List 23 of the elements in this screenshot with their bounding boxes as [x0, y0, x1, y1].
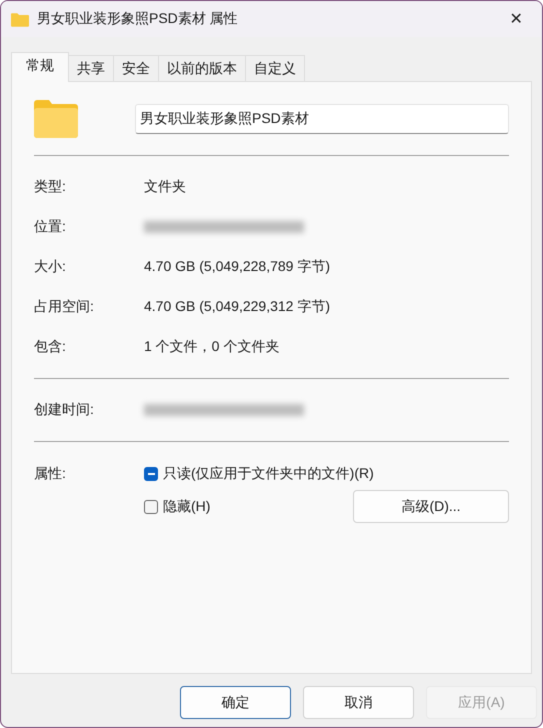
- field-value: 1 个文件，0 个文件夹: [144, 338, 280, 356]
- checkbox[interactable]: 隐藏(H): [144, 498, 210, 516]
- name-field[interactable]: 男女职业装形象照PSD素材: [135, 104, 509, 134]
- tab[interactable]: 常规: [11, 52, 69, 82]
- close-button[interactable]: ✕: [500, 4, 532, 34]
- field-label: 创建时间:: [34, 401, 95, 419]
- dialog-button[interactable]: 确定: [180, 686, 291, 719]
- dialog-button[interactable]: 取消: [303, 686, 414, 719]
- checkbox[interactable]: 只读(仅应用于文件夹中的文件)(R): [144, 465, 374, 483]
- field-label: 包含:: [34, 338, 67, 356]
- field-value: 文件夹: [144, 178, 186, 196]
- field-value: 4.70 GB (5,049,228,789 字节): [144, 258, 330, 276]
- field-value: 4.70 GB (5,049,229,312 字节): [144, 298, 330, 316]
- field-label: 大小:: [34, 258, 67, 276]
- advanced-button[interactable]: 高级(D)...: [353, 490, 509, 523]
- window-title: 男女职业装形象照PSD素材 属性: [37, 10, 239, 28]
- tab[interactable]: 自定义: [245, 55, 305, 81]
- field-label: 类型:: [34, 178, 67, 196]
- folder-icon: [34, 100, 78, 138]
- field-label: 占用空间:: [34, 298, 95, 316]
- folder-icon: [11, 12, 29, 26]
- field-label: 位置:: [34, 218, 67, 236]
- field-label: 属性:: [34, 465, 67, 483]
